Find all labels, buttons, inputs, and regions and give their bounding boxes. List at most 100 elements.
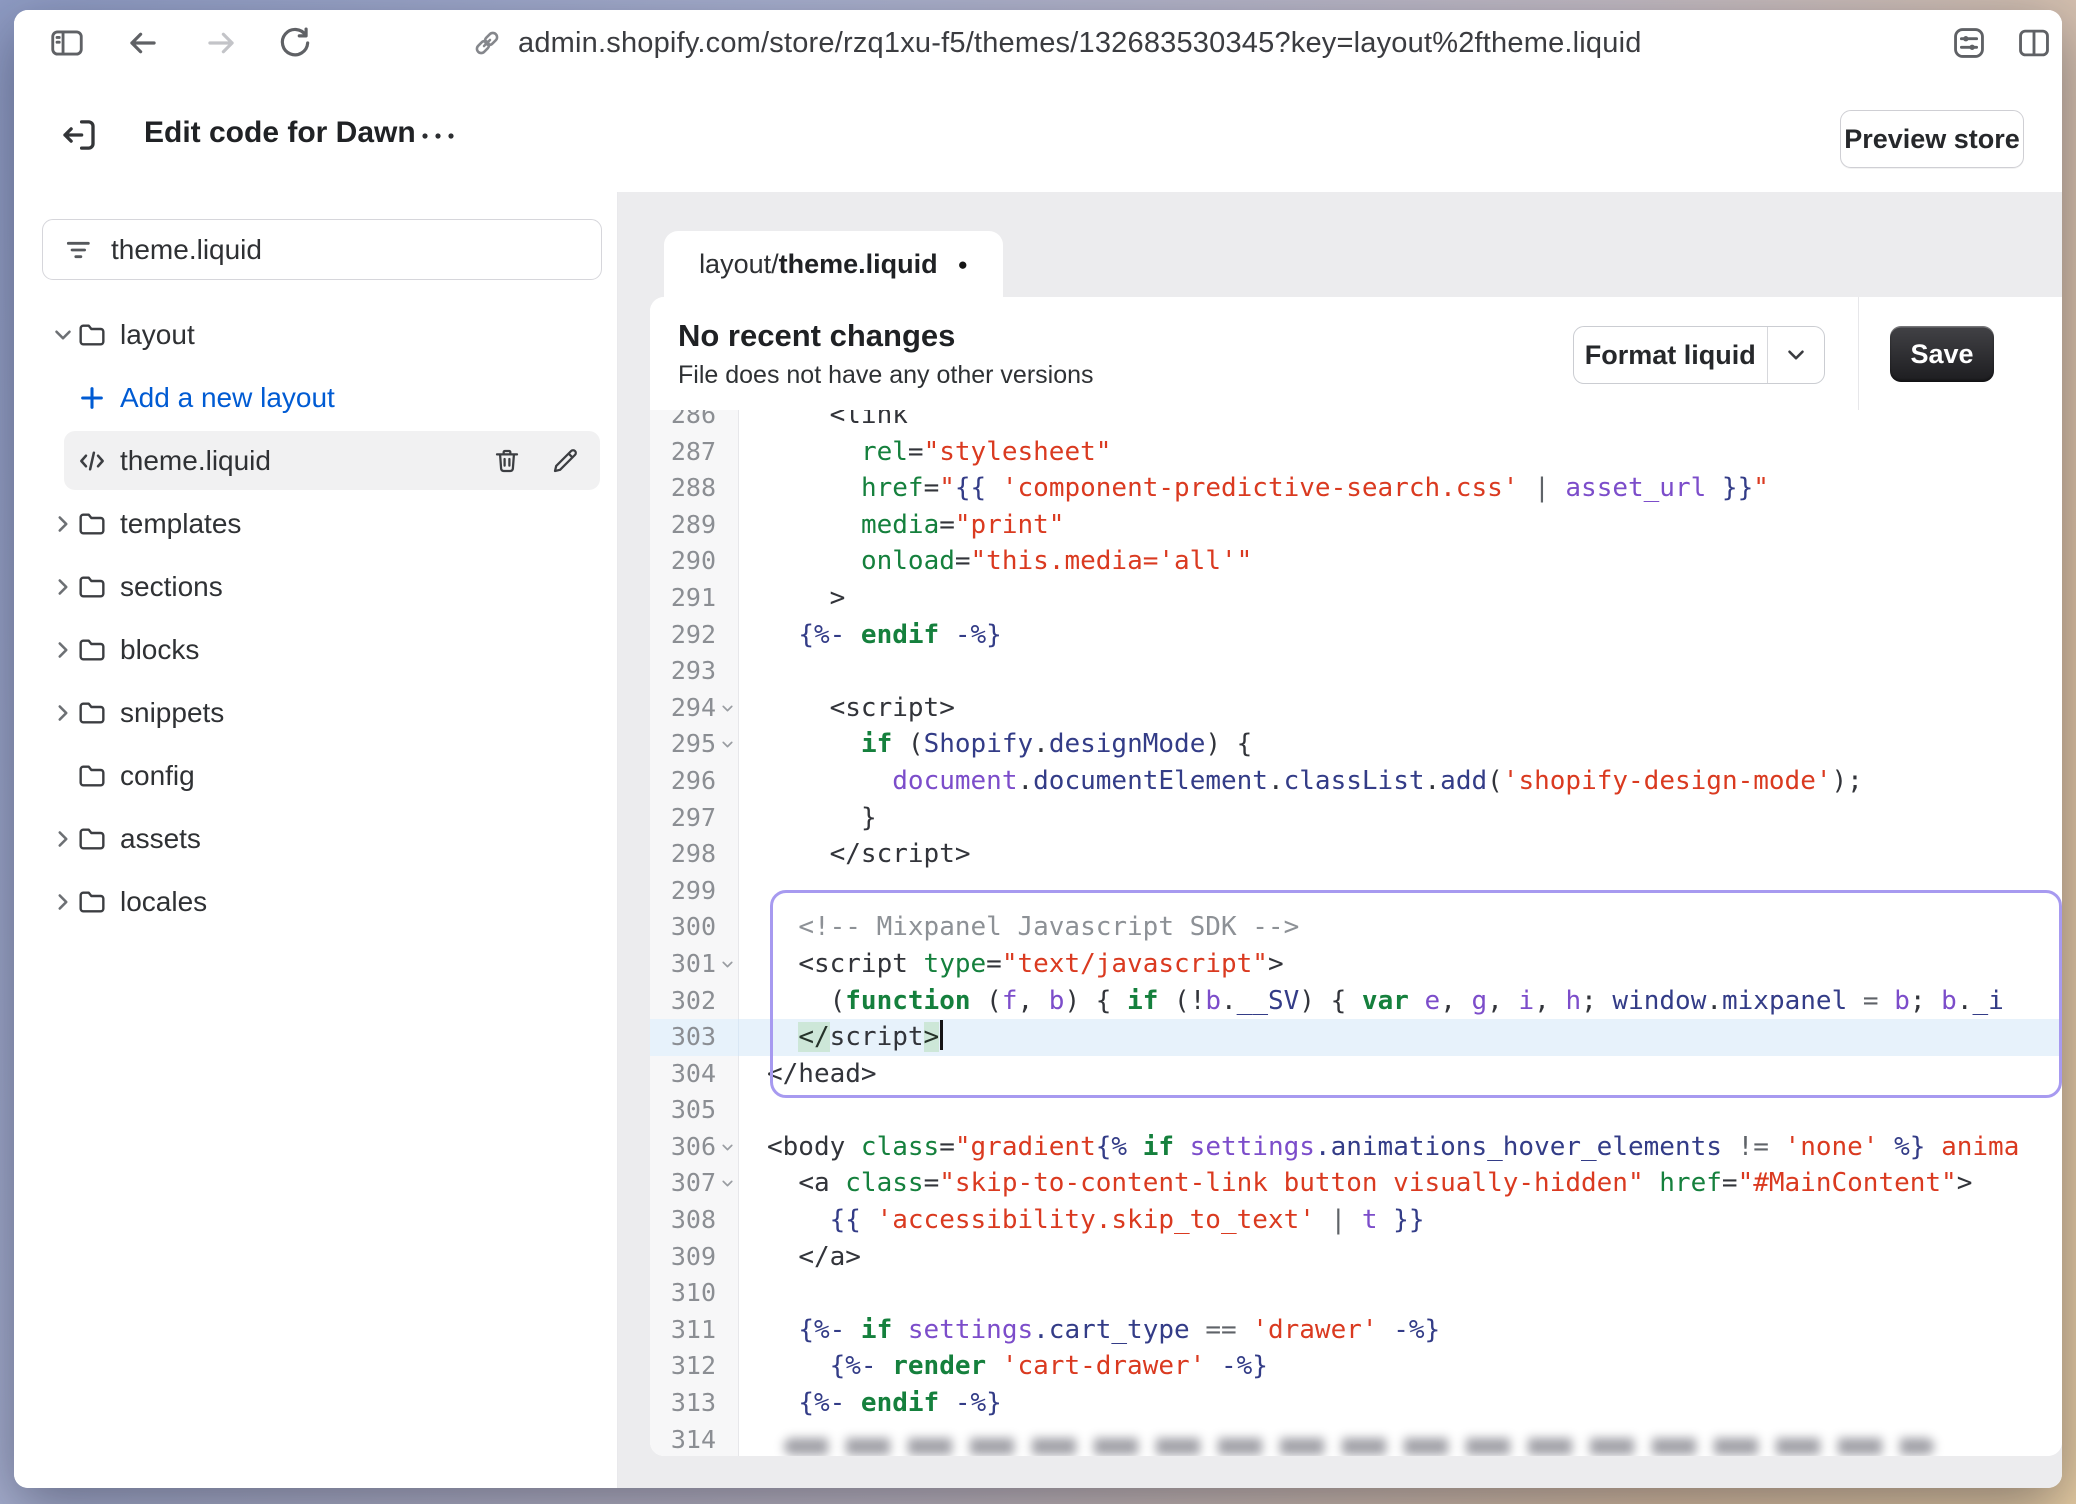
code-line[interactable]: 291> [650, 580, 2062, 617]
back-icon[interactable] [124, 24, 162, 62]
code-line[interactable]: 299 [650, 873, 2062, 910]
code-line-text[interactable]: <body class="gradient{% if settings.anim… [739, 1129, 2019, 1166]
code-line[interactable]: 311{%- if settings.cart_type == 'drawer'… [650, 1312, 2062, 1349]
forward-icon[interactable] [202, 24, 240, 62]
sidebar-item-layout[interactable]: layout [14, 303, 617, 366]
fold-toggle-icon[interactable] [716, 690, 738, 727]
sidebar-item-assets[interactable]: assets [14, 807, 617, 870]
code-line[interactable]: 310 [650, 1275, 2062, 1312]
code-line-text[interactable]: <a class="skip-to-content-link button vi… [739, 1165, 1972, 1202]
code-line-text[interactable]: document.documentElement.classList.add('… [739, 763, 1863, 800]
preview-store-button[interactable]: Preview store [1840, 110, 2024, 168]
exit-icon[interactable] [58, 114, 100, 156]
sidebar-item-snippets[interactable]: snippets [14, 681, 617, 744]
code-line[interactable]: 302(function (f, b) { if (!b.__SV) { var… [650, 983, 2062, 1020]
code-line[interactable]: 300<!-- Mixpanel Javascript SDK --> [650, 909, 2062, 946]
sidebar-item-blocks[interactable]: blocks [14, 618, 617, 681]
fold-slot [716, 543, 738, 580]
file-search-box[interactable] [42, 219, 602, 280]
code-line-text[interactable]: {%- endif -%} [739, 617, 1002, 654]
line-number-gutter: 305 [650, 1092, 739, 1129]
chevron-right-icon[interactable] [50, 889, 76, 915]
code-line[interactable]: 296document.documentElement.classList.ad… [650, 763, 2062, 800]
code-line-text[interactable]: </head> [739, 1056, 877, 1093]
code-line[interactable]: 295if (Shopify.designMode) { [650, 726, 2062, 763]
code-line-text[interactable]: href="{{ 'component-predictive-search.cs… [739, 470, 1769, 507]
code-line-text[interactable]: <script> [739, 690, 955, 727]
code-editor[interactable]: 286<link287rel="stylesheet"288href="{{ '… [650, 410, 2062, 1456]
code-line[interactable]: 308{{ 'accessibility.skip_to_text' | t }… [650, 1202, 2062, 1239]
format-liquid-button[interactable]: Format liquid [1573, 326, 1825, 384]
save-button[interactable]: Save [1890, 326, 1994, 382]
chevron-right-icon[interactable] [50, 826, 76, 852]
address-bar[interactable]: admin.shopify.com/store/rzq1xu-f5/themes… [470, 10, 1642, 76]
code-line[interactable]: 294<script> [650, 690, 2062, 727]
sidebar-item-templates[interactable]: templates [14, 492, 617, 555]
code-line-text[interactable]: </script> [739, 1019, 943, 1056]
code-line-text[interactable]: (function (f, b) { if (!b.__SV) { var e,… [739, 983, 2004, 1020]
sidebar-item-sections[interactable]: sections [14, 555, 617, 618]
split-view-icon[interactable] [2015, 24, 2053, 62]
code-line[interactable]: 305 [650, 1092, 2062, 1129]
code-line-text[interactable]: <link [739, 410, 908, 434]
pencil-icon[interactable] [549, 445, 581, 477]
chevron-down-icon[interactable] [50, 322, 76, 348]
kebab-menu-icon[interactable] [417, 118, 461, 154]
fold-toggle-icon[interactable] [716, 726, 738, 763]
sidebar-item-config[interactable]: config [14, 744, 617, 807]
chevron-right-icon[interactable] [50, 700, 76, 726]
code-line-text[interactable]: <script type="text/javascript"> [739, 946, 1284, 983]
code-line[interactable]: 289media="print" [650, 507, 2062, 544]
code-line[interactable]: 304</head> [650, 1056, 2062, 1093]
code-line-text[interactable]: {{ 'accessibility.skip_to_text' | t }} [739, 1202, 1424, 1239]
trash-icon[interactable] [491, 445, 523, 477]
code-line[interactable]: 303</script> [650, 1019, 2062, 1056]
code-line-text[interactable]: {%- render 'cart-drawer' -%} [739, 1348, 1268, 1385]
code-line-text[interactable]: {%- endif -%} [739, 1385, 1002, 1422]
code-line[interactable]: 307<a class="skip-to-content-link button… [650, 1165, 2062, 1202]
extensions-icon[interactable] [1950, 24, 1988, 62]
code-line-text[interactable]: {%- if settings.cart_type == 'drawer' -%… [739, 1312, 1440, 1349]
code-line[interactable]: 288href="{{ 'component-predictive-search… [650, 470, 2062, 507]
tab-layout-theme-liquid[interactable]: layout/theme.liquid ● [664, 231, 1003, 298]
line-number-gutter: 293 [650, 653, 739, 690]
chevron-right-icon[interactable] [50, 511, 76, 537]
chevron-down-icon[interactable] [1768, 327, 1824, 383]
chevron-right-icon[interactable] [50, 574, 76, 600]
code-line[interactable]: 286<link [650, 410, 2062, 434]
code-line[interactable]: 301<script type="text/javascript"> [650, 946, 2062, 983]
code-line[interactable]: 313{%- endif -%} [650, 1385, 2062, 1422]
code-line[interactable]: 290onload="this.media='all'" [650, 543, 2062, 580]
code-line[interactable]: 306<body class="gradient{% if settings.a… [650, 1129, 2062, 1166]
sidebar-item-locales[interactable]: locales [14, 870, 617, 933]
code-line[interactable]: 287rel="stylesheet" [650, 434, 2062, 471]
sidebar-item-theme-liquid[interactable]: theme.liquid [14, 429, 617, 492]
code-line-text[interactable]: </a> [739, 1239, 861, 1276]
code-line-text[interactable]: if (Shopify.designMode) { [739, 726, 1252, 763]
fold-toggle-icon[interactable] [716, 1165, 738, 1202]
code-line-text[interactable]: <!-- Mixpanel Javascript SDK --> [739, 909, 1299, 946]
code-line[interactable]: 312{%- render 'cart-drawer' -%} [650, 1348, 2062, 1385]
code-line[interactable]: 292{%- endif -%} [650, 617, 2062, 654]
code-line-text[interactable]: onload="this.media='all'" [739, 543, 1252, 580]
code-line[interactable]: 297} [650, 800, 2062, 837]
line-number-gutter: 295 [650, 726, 739, 763]
clipped-code-line [784, 1438, 1934, 1455]
code-line[interactable]: 309</a> [650, 1239, 2062, 1276]
fold-toggle-icon[interactable] [716, 946, 738, 983]
code-line-text[interactable]: rel="stylesheet" [739, 434, 1111, 471]
code-line-text[interactable]: > [739, 580, 845, 617]
line-number-gutter: 292 [650, 617, 739, 654]
add-new-layout-button[interactable]: Add a new layout [14, 366, 617, 429]
code-line-text[interactable]: } [739, 800, 877, 837]
code-line-text[interactable]: media="print" [739, 507, 1064, 544]
tab-dir-label: layout/ [699, 249, 779, 280]
fold-toggle-icon[interactable] [716, 1129, 738, 1166]
reload-icon[interactable] [276, 24, 314, 62]
sidebar-toggle-icon[interactable] [48, 24, 86, 62]
code-line[interactable]: 298</script> [650, 836, 2062, 873]
code-line[interactable]: 293 [650, 653, 2062, 690]
search-input[interactable] [109, 233, 601, 267]
code-line-text[interactable]: </script> [739, 836, 971, 873]
chevron-right-icon[interactable] [50, 637, 76, 663]
